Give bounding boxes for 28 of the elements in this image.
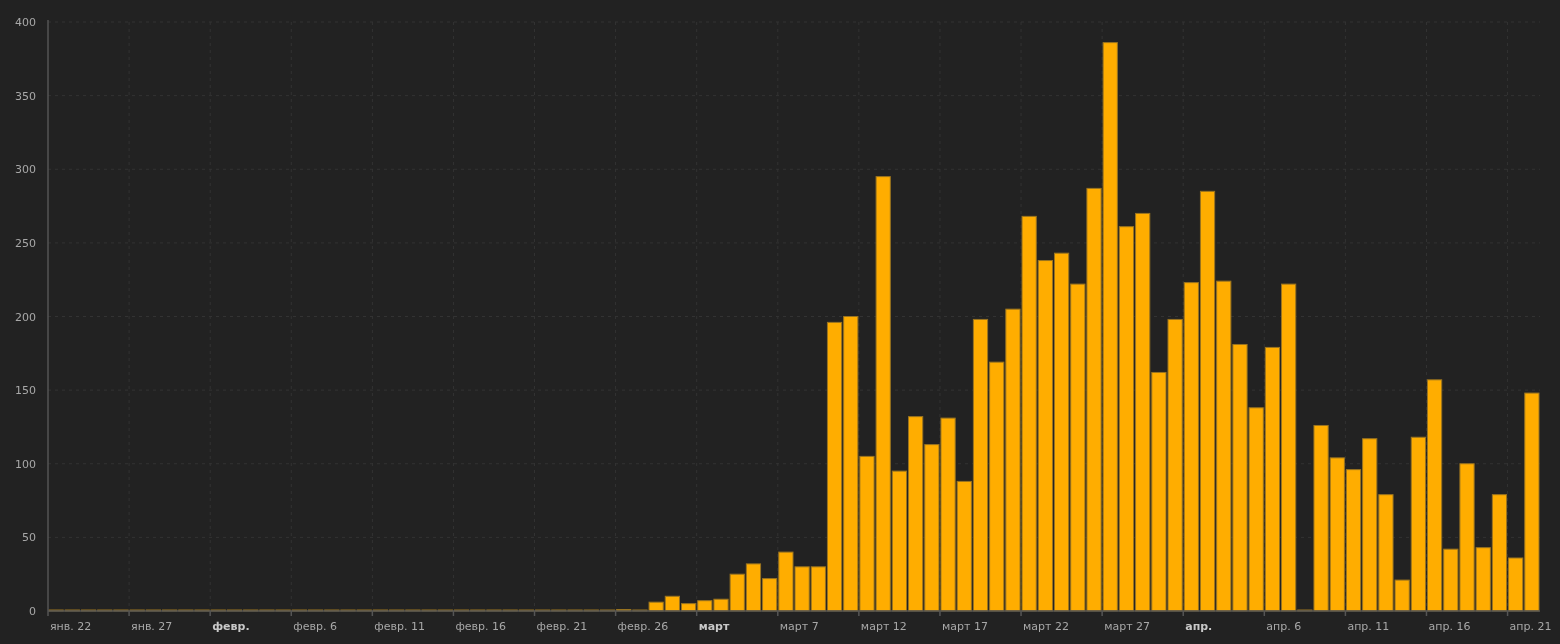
x-axis-label: март 12 xyxy=(860,620,907,633)
y-axis-label: 200 xyxy=(15,310,36,324)
x-axis-label: апр. 21 xyxy=(1509,620,1552,633)
x-axis-label: март xyxy=(698,620,730,633)
y-axis-label: 300 xyxy=(15,163,36,177)
x-axis-label: март 7 xyxy=(779,620,819,633)
y-axis-label: 350 xyxy=(15,89,36,103)
x-axis-label: февр. 26 xyxy=(617,620,669,633)
x-axis-label: апр. 6 xyxy=(1266,620,1302,633)
y-axis-label: 100 xyxy=(15,457,36,471)
x-axis-label: февр. 21 xyxy=(536,620,588,633)
x-axis-label: апр. 11 xyxy=(1347,620,1390,633)
x-axis-label: апр. 16 xyxy=(1428,620,1471,633)
x-axis-label: янв. 22 xyxy=(50,620,92,633)
x-axis-label: март 17 xyxy=(941,620,988,633)
x-axis-label: февр. 6 xyxy=(293,620,337,633)
x-axis-label: март 27 xyxy=(1104,620,1151,633)
x-axis-label: февр. 16 xyxy=(455,620,507,633)
x-axis-label: март 22 xyxy=(1023,620,1069,633)
x-axis-label: февр. xyxy=(212,620,250,633)
y-axis-label: 400 xyxy=(15,16,36,29)
y-axis-label: 150 xyxy=(15,384,36,398)
x-axis-label: февр. 11 xyxy=(374,620,425,633)
x-axis-label: янв. 27 xyxy=(131,620,173,633)
y-axis-label: 0 xyxy=(29,605,36,618)
x-axis-label: апр. xyxy=(1185,620,1213,633)
y-axis-label: 250 xyxy=(15,236,36,250)
y-axis-label: 50 xyxy=(22,531,36,545)
